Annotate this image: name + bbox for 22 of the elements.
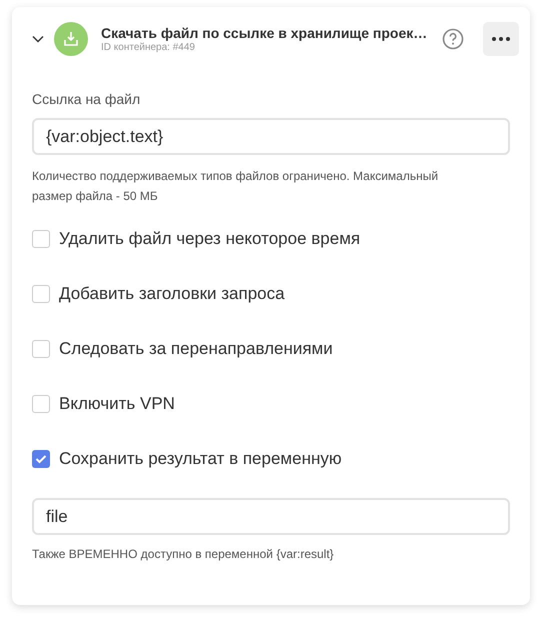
container-id: ID контейнера: #449 [101, 42, 196, 53]
more-icon [492, 37, 510, 41]
field-hint: Также ВРЕМЕННО доступно в переменной {var:result} [32, 546, 335, 563]
block-title: Скачать файл по ссылке в хранилище проек… [101, 25, 428, 41]
checkbox[interactable] [32, 230, 50, 248]
checkbox[interactable] [32, 394, 50, 412]
checkmark-icon [35, 454, 47, 464]
option-label: Следовать за перенаправлениями [59, 338, 333, 358]
option-label: Включить VPN [59, 394, 175, 414]
option-label: Сохранить результат в переменную [59, 448, 342, 468]
url-field[interactable]: {var:object.text} [32, 118, 510, 155]
more-button[interactable] [483, 22, 519, 56]
variable-field[interactable]: file [32, 498, 510, 535]
download-icon [54, 22, 88, 56]
checkbox[interactable] [32, 450, 50, 468]
field-hint: Количество поддерживаемых типов файлов ограничено. Максимальный размер файла - 50 МБ [32, 168, 440, 205]
option-label: Добавить заголовки запроса [59, 284, 285, 304]
option-label: Удалить файл через некоторое время [59, 228, 360, 248]
help-icon[interactable] [442, 28, 464, 50]
checkbox[interactable] [32, 284, 50, 302]
checkbox[interactable] [32, 340, 50, 358]
field-label: Ссылка на файл [32, 91, 142, 107]
